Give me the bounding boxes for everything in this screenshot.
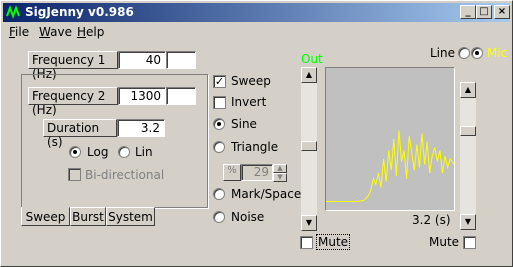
- sine-label: Sine: [231, 117, 257, 131]
- mute-output-label: Mute: [315, 234, 351, 250]
- tab-sweep[interactable]: Sweep: [21, 207, 70, 226]
- frequency-1-extra-field[interactable]: [166, 51, 196, 69]
- mark-space-percent-field[interactable]: 29: [241, 164, 273, 181]
- input-up-arrow[interactable]: ▲: [460, 82, 476, 98]
- mark-space-label: Mark/Space: [231, 187, 302, 201]
- output-down-arrow[interactable]: ▼: [301, 215, 317, 231]
- menu-file[interactable]: File: [9, 25, 29, 39]
- maximize-button[interactable]: □: [476, 5, 492, 19]
- log-label: Log: [87, 145, 109, 159]
- output-level-thumb[interactable]: [301, 141, 317, 151]
- window-title: SigJenny v0.986: [25, 5, 134, 19]
- tab-system[interactable]: System: [106, 207, 155, 226]
- invert-checkbox[interactable]: [213, 96, 226, 109]
- line-label: Line: [430, 46, 456, 60]
- frequency-1-field[interactable]: 40: [118, 51, 166, 69]
- tab-burst[interactable]: Burst: [70, 207, 106, 226]
- output-level-slider[interactable]: ▲ ▼: [301, 67, 317, 231]
- mic-radio[interactable]: [471, 47, 483, 59]
- log-radio[interactable]: [69, 146, 81, 158]
- mute-input-checkbox[interactable]: [463, 236, 476, 249]
- mic-label: Mic: [487, 46, 508, 60]
- lin-radio[interactable]: [118, 146, 130, 158]
- mute-input-label: Mute: [429, 235, 460, 249]
- input-level-slider[interactable]: ▲ ▼: [460, 82, 476, 230]
- sine-radio[interactable]: [213, 118, 225, 130]
- percent-label: %: [223, 164, 241, 181]
- input-down-arrow[interactable]: ▼: [460, 214, 476, 230]
- menu-wave[interactable]: Wave: [39, 25, 72, 39]
- noise-radio[interactable]: [213, 211, 225, 223]
- percent-down-button[interactable]: ▼: [273, 173, 287, 182]
- waveform-display: [325, 67, 455, 211]
- noise-label: Noise: [231, 210, 265, 224]
- time-readout: 3.2 (s): [412, 213, 451, 227]
- frequency-2-extra-field[interactable]: [166, 87, 196, 105]
- sweep-checkbox[interactable]: ✓: [213, 75, 226, 88]
- title-bar[interactable]: SigJenny v0.986 _ □ ×: [3, 3, 510, 22]
- duration-label: Duration (s): [43, 119, 117, 149]
- output-up-arrow[interactable]: ▲: [301, 67, 317, 83]
- invert-label: Invert: [231, 95, 267, 109]
- frequency-1-label: Frequency 1 (Hz): [28, 51, 118, 81]
- minimize-button[interactable]: _: [460, 5, 476, 19]
- waveform-trace: [326, 130, 454, 202]
- menu-help[interactable]: Help: [77, 25, 104, 39]
- triangle-label: Triangle: [231, 140, 279, 154]
- duration-field[interactable]: 3.2: [117, 119, 165, 137]
- input-level-thumb[interactable]: [460, 126, 476, 136]
- line-radio[interactable]: [458, 47, 470, 59]
- mute-output-checkbox[interactable]: [300, 236, 313, 249]
- sweep-label: Sweep: [231, 74, 271, 88]
- frequency-2-label: Frequency 2 (Hz): [28, 87, 118, 117]
- lin-label: Lin: [135, 145, 153, 159]
- bidirectional-checkbox[interactable]: [68, 168, 81, 181]
- bidirectional-label: Bi-directional: [85, 168, 165, 182]
- triangle-radio[interactable]: [213, 141, 225, 153]
- app-window: SigJenny v0.986 _ □ × File Wave Help Fre…: [0, 0, 513, 267]
- close-button[interactable]: ×: [494, 5, 510, 19]
- mark-space-radio[interactable]: [213, 188, 225, 200]
- app-icon: [6, 5, 20, 19]
- frequency-2-field[interactable]: 1300: [118, 87, 166, 105]
- out-label: Out: [301, 52, 323, 66]
- percent-up-button[interactable]: ▲: [273, 164, 287, 173]
